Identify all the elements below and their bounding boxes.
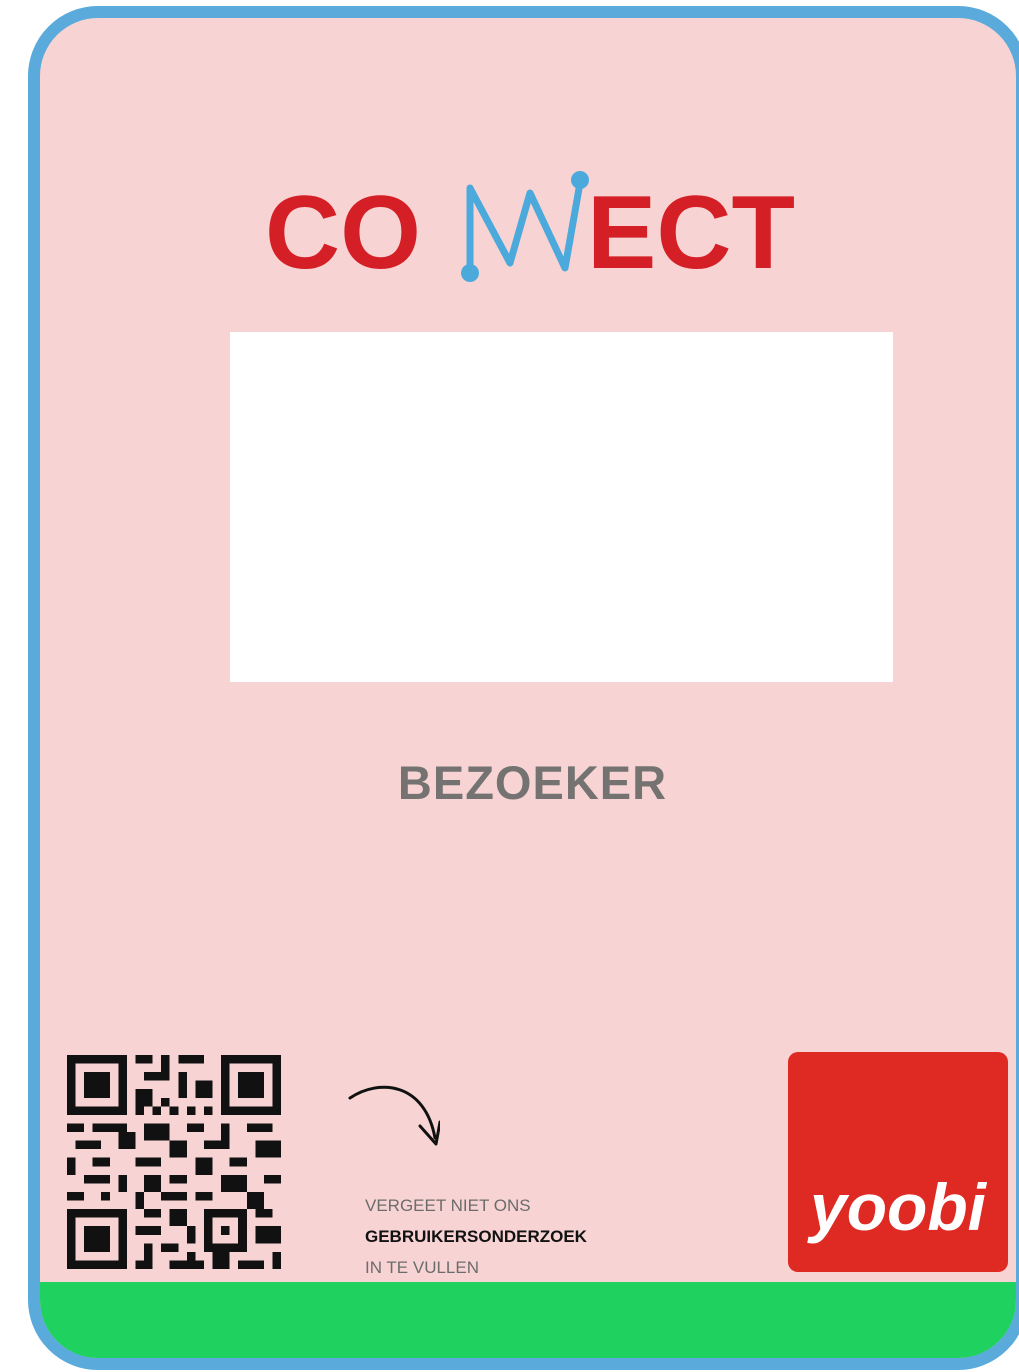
connect-n-network-icon <box>461 171 589 282</box>
visitor-badge: CO ECT BEZOEKER VERGEET NIET ONS GEBRUIK… <box>28 6 1019 1370</box>
photo-placeholder <box>230 332 893 682</box>
connect-logo-letters-co: CO <box>265 175 421 288</box>
survey-note-line2: GEBRUIKERSONDERZOEK <box>365 1227 587 1246</box>
footer-color-bar <box>40 1282 1016 1358</box>
survey-note-line3: IN TE VULLEN <box>365 1258 480 1277</box>
connect-logo: CO ECT <box>265 171 795 288</box>
yoobi-logo-text: yoobi <box>807 1170 988 1244</box>
curved-arrow-icon <box>348 1085 440 1146</box>
survey-note-line1: VERGEET NIET ONS <box>365 1196 531 1215</box>
yoobi-logo: yoobi <box>788 1052 1008 1272</box>
role-label: BEZOEKER <box>397 756 668 809</box>
survey-note: VERGEET NIET ONS GEBRUIKERSONDERZOEK IN … <box>365 1190 587 1283</box>
connect-logo-letters-ect: ECT <box>587 175 795 288</box>
qr-code-icon[interactable] <box>67 1055 281 1269</box>
